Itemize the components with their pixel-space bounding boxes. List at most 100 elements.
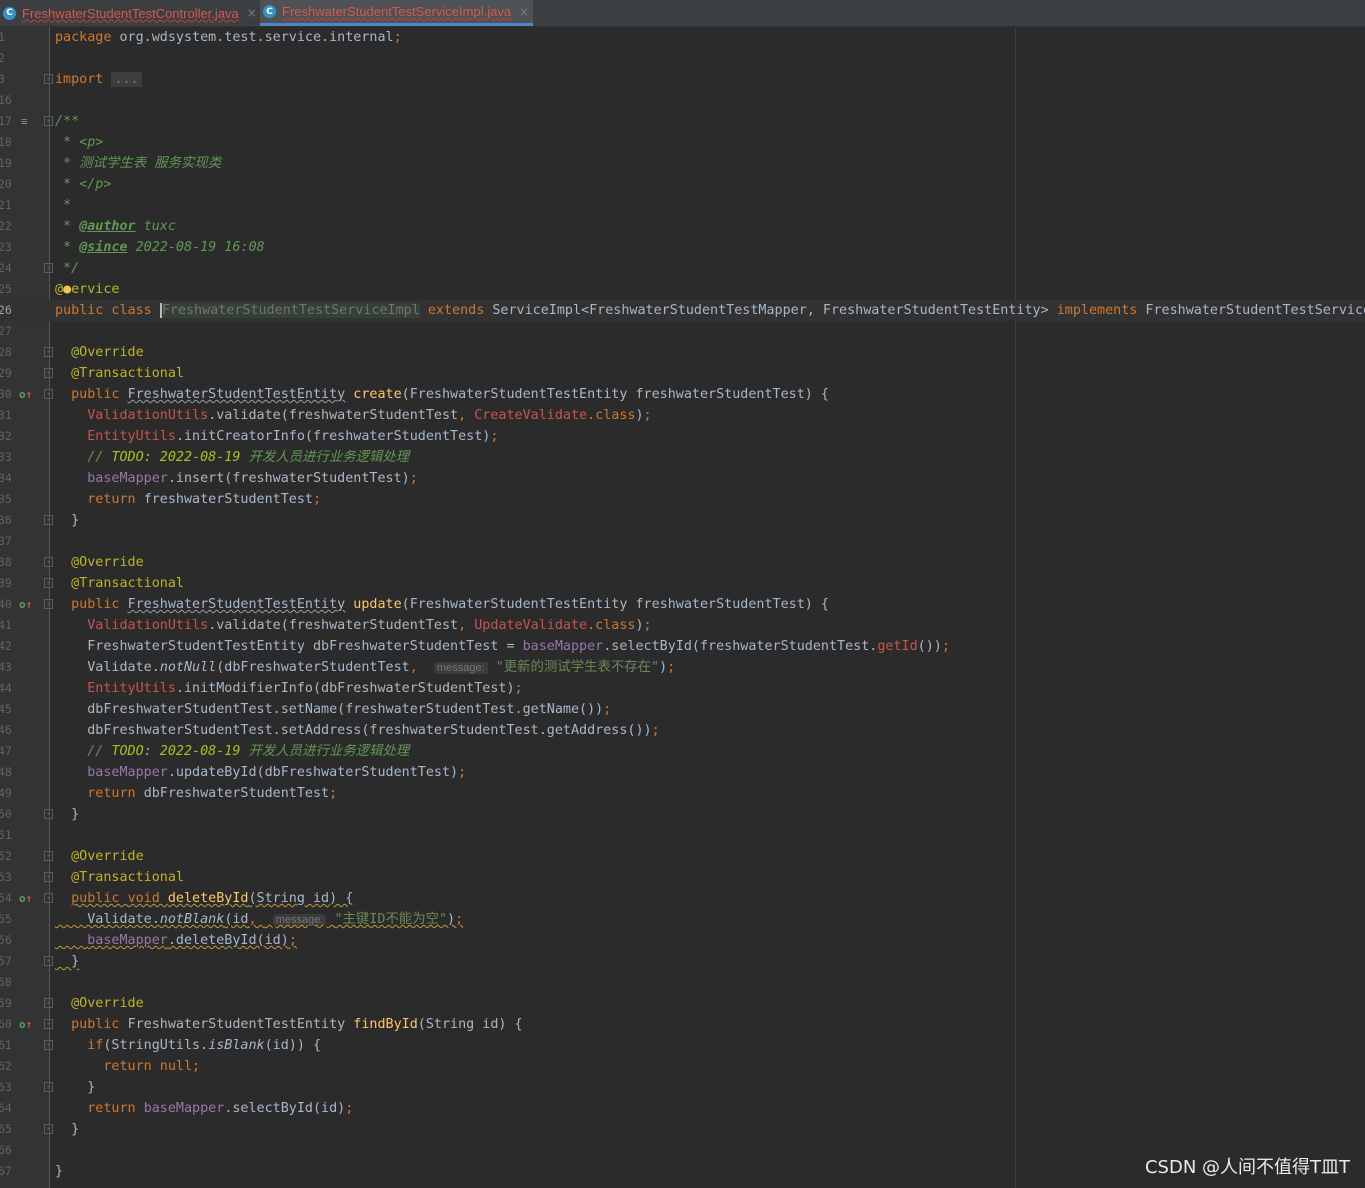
code-line[interactable]: 50 - } — [0, 804, 1365, 825]
code-text[interactable]: EntityUtils.initModifierInfo(dbFreshwate… — [55, 678, 522, 699]
close-icon[interactable]: × — [247, 6, 257, 20]
code-line[interactable]: 44 EntityUtils.initModifierInfo(dbFreshw… — [0, 678, 1365, 699]
fold-marker-icon[interactable]: - — [44, 578, 53, 588]
fold-marker-icon[interactable]: - — [44, 557, 53, 567]
code-line[interactable]: 36 - } — [0, 510, 1365, 531]
code-line[interactable]: 40 o↑ - public FreshwaterStudentTestEntity… — [0, 594, 1365, 615]
close-icon[interactable]: × — [519, 5, 529, 19]
code-line[interactable]: 51 — [0, 825, 1365, 846]
code-line[interactable]: 54 o↑ - public void deleteById(String id) … — [0, 888, 1365, 909]
tab-service-impl-file[interactable]: C FreshwaterStudentTestServiceImpl.java … — [260, 0, 533, 26]
fold-marker-icon[interactable]: - — [44, 809, 53, 819]
code-line[interactable]: 1 package org.wdsystem.test.service.inter… — [0, 27, 1365, 48]
code-line[interactable]: 26 public class FreshwaterStudentTestServ… — [0, 300, 1365, 321]
fold-marker-icon[interactable]: - — [44, 74, 53, 84]
code-line[interactable]: 59 - @Override — [0, 993, 1365, 1014]
code-text[interactable]: // TODO: 2022-08-19 开发人员进行业务逻辑处理 — [55, 447, 409, 468]
code-text[interactable]: } — [55, 1077, 95, 1098]
code-line[interactable]: 49 return dbFreshwaterStudentTest; — [0, 783, 1365, 804]
code-text[interactable]: * <p> — [55, 132, 103, 153]
code-text[interactable]: baseMapper.updateById(dbFreshwaterStuden… — [55, 762, 466, 783]
code-text[interactable]: @Override — [55, 552, 144, 573]
code-text[interactable]: * 测试学生表 服务实现类 — [55, 153, 221, 174]
code-line[interactable]: 35 return freshwaterStudentTest; — [0, 489, 1365, 510]
code-text[interactable]: import ... — [55, 69, 142, 90]
code-text[interactable]: EntityUtils.initCreatorInfo(freshwaterSt… — [55, 426, 498, 447]
code-text[interactable]: } — [55, 1119, 79, 1140]
implements-method-icon[interactable]: o↑ — [19, 888, 32, 909]
tab-controller-file[interactable]: C FreshwaterStudentTestController.java × — [0, 0, 257, 26]
code-line[interactable]: 41 ValidationUtils.validate(freshwaterSt… — [0, 615, 1365, 636]
implements-method-icon[interactable]: o↑ — [19, 384, 32, 405]
code-text[interactable]: ValidationUtils.validate(freshwaterStude… — [55, 615, 651, 636]
code-line[interactable]: 65 - } — [0, 1119, 1365, 1140]
code-text[interactable]: Validate.notNull(dbFreshwaterStudentTest… — [55, 657, 675, 679]
code-text[interactable]: public FreshwaterStudentTestEntity findB… — [55, 1014, 522, 1035]
code-line[interactable]: 2 — [0, 48, 1365, 69]
fold-marker-icon[interactable]: - — [44, 1082, 53, 1092]
code-line[interactable]: 25 @●ervice — [0, 279, 1365, 300]
code-text[interactable]: } — [55, 1161, 63, 1182]
code-line[interactable]: 38 - @Override — [0, 552, 1365, 573]
code-line[interactable]: 63 - } — [0, 1077, 1365, 1098]
implements-method-icon[interactable]: o↑ — [19, 1014, 32, 1035]
code-text[interactable]: dbFreshwaterStudentTest.setName(freshwat… — [55, 699, 611, 720]
fold-marker-icon[interactable]: - — [44, 515, 53, 525]
code-line[interactable]: 52 - @Override — [0, 846, 1365, 867]
code-text[interactable]: ValidationUtils.validate(freshwaterStude… — [55, 405, 651, 426]
fold-marker-icon[interactable]: - — [44, 872, 53, 882]
code-text[interactable]: // TODO: 2022-08-19 开发人员进行业务逻辑处理 — [55, 741, 409, 762]
code-editor[interactable]: 1 package org.wdsystem.test.service.inter… — [0, 27, 1365, 1188]
code-text[interactable]: * — [55, 195, 71, 216]
code-line[interactable]: 56 baseMapper.deleteById(id); — [0, 930, 1365, 951]
code-text[interactable]: if(StringUtils.isBlank(id)) { — [55, 1035, 321, 1056]
code-line[interactable]: 29 - @Transactional — [0, 363, 1365, 384]
code-text[interactable]: * @author tuxc — [55, 216, 176, 237]
code-text[interactable]: } — [55, 951, 79, 972]
code-line[interactable]: 37 — [0, 531, 1365, 552]
code-text[interactable]: } — [55, 804, 79, 825]
code-text[interactable]: @Override — [55, 342, 144, 363]
code-text[interactable]: public void deleteById(String id) { — [55, 888, 353, 909]
fold-marker-icon[interactable]: - — [44, 368, 53, 378]
code-line[interactable]: 21 * — [0, 195, 1365, 216]
implements-method-icon[interactable]: o↑ — [19, 594, 32, 615]
code-text[interactable]: Validate.notBlank(id, message: "主键ID不能为空… — [55, 909, 463, 931]
code-text[interactable]: FreshwaterStudentTestEntity dbFreshwater… — [55, 636, 950, 657]
code-line[interactable]: 19 * 测试学生表 服务实现类 — [0, 153, 1365, 174]
code-text[interactable]: @Override — [55, 846, 144, 867]
code-line[interactable]: 55 Validate.notBlank(id, message: "主键ID不… — [0, 909, 1365, 930]
code-line[interactable]: 64 return baseMapper.selectById(id); — [0, 1098, 1365, 1119]
code-text[interactable]: } — [55, 510, 79, 531]
code-text[interactable]: @Override — [55, 993, 144, 1014]
fold-marker-icon[interactable]: - — [44, 347, 53, 357]
code-text[interactable]: public FreshwaterStudentTestEntity updat… — [55, 594, 829, 615]
code-text[interactable]: @●ervice — [55, 279, 120, 300]
code-line[interactable]: 45 dbFreshwaterStudentTest.setName(fresh… — [0, 699, 1365, 720]
code-text[interactable]: return baseMapper.selectById(id); — [55, 1098, 353, 1119]
code-line[interactable]: 31 ValidationUtils.validate(freshwaterSt… — [0, 405, 1365, 426]
code-text[interactable]: public class FreshwaterStudentTestServic… — [55, 300, 1365, 321]
fold-marker-icon[interactable]: - — [44, 1019, 53, 1029]
code-line[interactable]: 42 FreshwaterStudentTestEntity dbFreshwa… — [0, 636, 1365, 657]
fold-marker-icon[interactable]: - — [44, 389, 53, 399]
fold-marker-icon[interactable]: - — [44, 1124, 53, 1134]
code-text[interactable]: * </p> — [55, 174, 111, 195]
code-text[interactable]: */ — [55, 258, 79, 279]
code-line[interactable]: 22 * @author tuxc — [0, 216, 1365, 237]
code-line[interactable]: 27 — [0, 321, 1365, 342]
code-text[interactable]: dbFreshwaterStudentTest.setAddress(fresh… — [55, 720, 659, 741]
code-line[interactable]: 58 — [0, 972, 1365, 993]
code-line[interactable]: 61 - if(StringUtils.isBlank(id)) { — [0, 1035, 1365, 1056]
code-line[interactable]: 3 - import ... — [0, 69, 1365, 90]
code-text[interactable]: return null; — [55, 1056, 200, 1077]
code-line[interactable]: 47 // TODO: 2022-08-19 开发人员进行业务逻辑处理 — [0, 741, 1365, 762]
code-line[interactable]: 20 * </p> — [0, 174, 1365, 195]
code-line[interactable]: 18 * <p> — [0, 132, 1365, 153]
code-line[interactable]: 33 // TODO: 2022-08-19 开发人员进行业务逻辑处理 — [0, 447, 1365, 468]
code-line[interactable]: 30 o↑ - public FreshwaterStudentTestEntity… — [0, 384, 1365, 405]
code-line[interactable]: 46 dbFreshwaterStudentTest.setAddress(fr… — [0, 720, 1365, 741]
code-text[interactable]: public FreshwaterStudentTestEntity creat… — [55, 384, 829, 405]
fold-marker-icon[interactable]: - — [44, 998, 53, 1008]
code-line[interactable]: 32 EntityUtils.initCreatorInfo(freshwate… — [0, 426, 1365, 447]
